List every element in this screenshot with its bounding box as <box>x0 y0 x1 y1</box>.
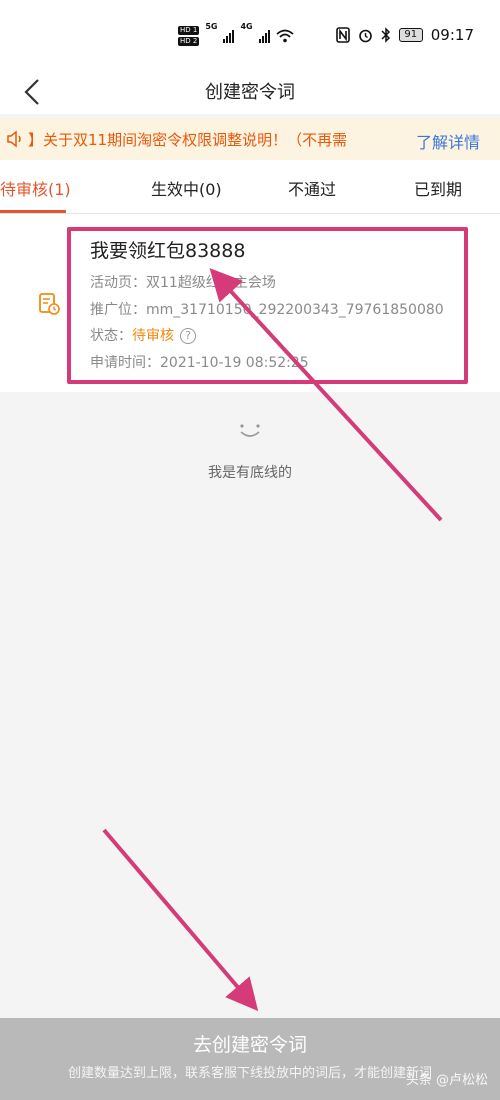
apply-time-row: 申请时间：2021-10-19 08:52:25 <box>90 352 309 372</box>
notice-text: 】关于双11期间淘密令权限调整说明！（不再需 <box>28 130 348 149</box>
keyword-card[interactable]: 我要领红包83888 活动页：双11超级红包主会场 推广位：mm_3171015… <box>0 214 500 392</box>
document-clock-icon <box>39 293 60 315</box>
annotation-arrow-bottom <box>102 828 259 1012</box>
bluetooth-icon <box>381 27 390 43</box>
status-tabs: 待审核(1) 生效中(0) 不通过 已到期 <box>0 160 500 214</box>
nfc-icon <box>335 27 350 43</box>
position-label: 推广位： <box>90 302 146 318</box>
status-bar: HD 1 HD 2 5G 4G 91 09:17 <box>0 0 500 70</box>
activity-row: 活动页：双11超级红包主会场 <box>90 272 276 292</box>
create-keyword-button[interactable]: 去创建密令词 <box>0 1030 500 1057</box>
tab-expired[interactable]: 已到期 <box>414 176 462 200</box>
wifi-icon <box>276 29 294 43</box>
hd-badges: HD 1 HD 2 <box>178 26 200 46</box>
speaker-icon <box>6 130 28 148</box>
tab-active[interactable]: 生效中(0) <box>151 176 222 200</box>
apply-time-label: 申请时间： <box>90 355 160 371</box>
notice-banner[interactable]: 】关于双11期间淘密令权限调整说明！（不再需 了解详情 <box>0 118 500 160</box>
footer-bar: 去创建密令词 创建数量达到上限，联系客服下线投放中的词后，才能创建新词 头条 @… <box>0 1018 500 1100</box>
hd2-badge: HD 2 <box>178 37 200 46</box>
status-value: 待审核 <box>132 328 174 344</box>
tab-rejected[interactable]: 不通过 <box>288 176 336 200</box>
watermark: 头条 @卢松松 <box>405 1073 488 1088</box>
signal-group: HD 1 HD 2 5G 4G <box>178 22 294 50</box>
network-5g-label: 5G <box>205 22 218 31</box>
hd1-badge: HD 1 <box>178 26 200 35</box>
status-right-group: 91 09:17 <box>335 26 474 44</box>
help-icon[interactable]: ? <box>180 328 196 344</box>
activity-value: 双11超级红包主会场 <box>146 275 276 291</box>
tab-pending[interactable]: 待审核(1) <box>0 176 71 200</box>
nav-bar: 创建密令词 <box>0 70 500 114</box>
alarm-icon <box>358 29 372 42</box>
status-row: 状态：待审核? <box>90 325 196 345</box>
status-label: 状态： <box>90 328 132 344</box>
end-of-list-text: 我是有底线的 <box>208 465 292 481</box>
position-value: mm_31710150_292200343_79761850080 <box>146 302 444 318</box>
keyword-title: 我要领红包83888 <box>90 240 246 262</box>
clock: 09:17 <box>430 26 474 44</box>
signal-bars-icon-2 <box>258 29 270 43</box>
position-row: 推广位：mm_31710150_292200343_79761850080 <box>90 299 444 319</box>
active-tab-indicator <box>0 210 66 213</box>
battery-icon: 91 <box>398 28 423 42</box>
page-title: 创建密令词 <box>205 82 295 103</box>
smile-icon <box>240 424 260 437</box>
network-4g-label: 4G <box>240 22 253 31</box>
signal-bars-icon <box>223 29 235 43</box>
notice-more-link[interactable]: 了解详情 <box>416 129 480 153</box>
activity-label: 活动页： <box>90 275 146 291</box>
apply-time-value: 2021-10-19 08:52:25 <box>160 355 309 371</box>
